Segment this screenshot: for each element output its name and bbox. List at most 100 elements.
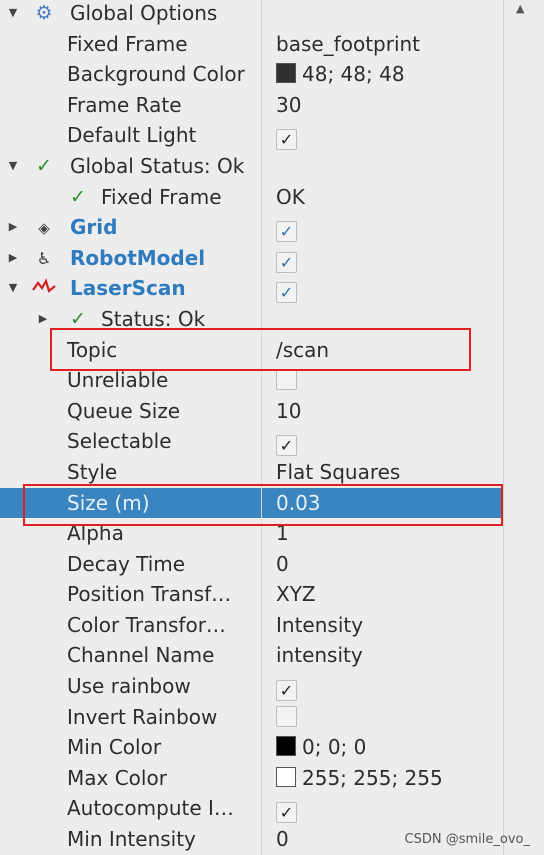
tree-row[interactable]: ▼ ⚙ Global Options bbox=[0, 0, 503, 29]
property-value[interactable]: ✓ bbox=[276, 212, 297, 243]
tree-row[interactable]: ▶ ♿ RobotModel ✓ bbox=[0, 243, 503, 274]
value-text: 255; 255; 255 bbox=[302, 765, 443, 790]
property-value[interactable]: ✓ bbox=[276, 273, 297, 304]
property-label: Color Transfor… bbox=[67, 612, 226, 637]
property-label: Channel Name bbox=[67, 643, 215, 668]
value-text: OK bbox=[276, 184, 305, 209]
value-text: XYZ bbox=[276, 582, 316, 607]
tree-row[interactable]: ✓ Fixed Frame OK bbox=[0, 182, 503, 213]
tree-row[interactable]: Style Flat Squares bbox=[0, 457, 503, 488]
tree-row[interactable]: Color Transfor… Intensity bbox=[0, 610, 503, 641]
value-text: 0 bbox=[276, 551, 289, 576]
property-label: Min Intensity bbox=[67, 827, 196, 852]
property-label: Frame Rate bbox=[67, 92, 182, 117]
property-label: Global Options bbox=[70, 1, 218, 25]
property-label: Fixed Frame bbox=[101, 184, 222, 209]
property-value[interactable]: 48; 48; 48 bbox=[276, 59, 405, 90]
value-text: 0 bbox=[276, 827, 289, 852]
property-value[interactable]: ✓ bbox=[276, 671, 297, 702]
color-swatch[interactable] bbox=[276, 736, 296, 757]
property-label: Fixed Frame bbox=[67, 31, 188, 56]
tree-row[interactable]: Max Color 255; 255; 255 bbox=[0, 763, 503, 794]
checkbox[interactable]: ✓ bbox=[276, 680, 297, 702]
property-value[interactable]: OK bbox=[276, 182, 305, 213]
tree-row[interactable]: ▶ ◈ Grid ✓ bbox=[0, 212, 503, 243]
robot-icon: ♿ bbox=[36, 248, 52, 268]
value-text: 30 bbox=[276, 92, 302, 117]
value-text: 10 bbox=[276, 398, 302, 423]
grid-icon: ◈ bbox=[38, 219, 50, 238]
topic-highlight-box bbox=[50, 328, 471, 371]
tree-row[interactable]: Selectable ✓ bbox=[0, 426, 503, 457]
property-value[interactable]: 0 bbox=[276, 549, 289, 580]
expand-arrow-icon[interactable]: ▶ bbox=[6, 243, 20, 274]
checkbox[interactable]: ✓ bbox=[276, 129, 297, 151]
property-label: Style bbox=[67, 459, 118, 484]
checkbox[interactable] bbox=[276, 369, 297, 391]
property-label: Invert Rainbow bbox=[67, 704, 218, 729]
collapse-arrow-icon[interactable]: ▼ bbox=[6, 151, 20, 182]
check-icon: ✓ bbox=[70, 185, 86, 208]
checkbox[interactable]: ✓ bbox=[276, 802, 297, 824]
checkbox[interactable]: ✓ bbox=[276, 282, 297, 304]
color-swatch[interactable] bbox=[276, 63, 296, 84]
size-highlight-box bbox=[23, 484, 503, 526]
property-value[interactable]: ✓ bbox=[276, 793, 297, 824]
checkbox[interactable]: ✓ bbox=[276, 251, 297, 273]
collapse-arrow-icon[interactable]: ▼ bbox=[6, 273, 20, 304]
tree-row[interactable]: ▼ ✓ Global Status: Ok bbox=[0, 151, 503, 182]
property-value[interactable]: XYZ bbox=[276, 579, 316, 610]
property-label: Background Color bbox=[67, 62, 245, 87]
property-value[interactable]: ✓ bbox=[276, 120, 297, 151]
property-value[interactable]: base_footprint bbox=[276, 29, 420, 60]
scroll-up-arrow-icon[interactable]: ▲ bbox=[516, 2, 524, 15]
property-label: Min Color bbox=[67, 735, 162, 760]
tree-row[interactable]: Frame Rate 30 bbox=[0, 90, 503, 121]
checkbox[interactable] bbox=[276, 705, 297, 727]
property-value[interactable]: 0 bbox=[276, 824, 289, 855]
value-text: base_footprint bbox=[276, 31, 421, 56]
tree-row[interactable]: Decay Time 0 bbox=[0, 549, 503, 580]
value-text: intensity bbox=[276, 643, 363, 668]
tree-row[interactable]: Default Light ✓ bbox=[0, 120, 503, 151]
tree-row[interactable]: Queue Size 10 bbox=[0, 396, 503, 427]
property-value[interactable]: 30 bbox=[276, 90, 301, 121]
property-value[interactable]: intensity bbox=[276, 640, 363, 671]
gear-icon: ⚙ bbox=[35, 2, 53, 24]
property-value[interactable]: ✓ bbox=[276, 243, 297, 274]
property-value[interactable]: Flat Squares bbox=[276, 457, 400, 488]
property-label: Selectable bbox=[67, 429, 172, 454]
check-icon: ✓ bbox=[36, 154, 52, 177]
value-text: Intensity bbox=[276, 612, 364, 637]
expand-arrow-icon[interactable]: ▶ bbox=[36, 304, 50, 335]
tree-row[interactable]: Channel Name intensity bbox=[0, 640, 503, 671]
property-label: Use rainbow bbox=[67, 674, 191, 699]
property-value[interactable]: 0; 0; 0 bbox=[276, 732, 366, 763]
vertical-scrollbar[interactable]: ▲ bbox=[503, 0, 544, 855]
tree-row[interactable]: Position Transf… XYZ bbox=[0, 579, 503, 610]
color-swatch[interactable] bbox=[276, 766, 296, 787]
checkbox[interactable]: ✓ bbox=[276, 435, 297, 457]
column-divider[interactable] bbox=[261, 0, 262, 855]
tree-row[interactable]: Autocompute I… ✓ bbox=[0, 793, 503, 824]
tree-row[interactable]: Use rainbow ✓ bbox=[0, 671, 503, 702]
checkbox[interactable]: ✓ bbox=[276, 221, 297, 243]
property-value[interactable]: 255; 255; 255 bbox=[276, 763, 443, 794]
property-value[interactable] bbox=[276, 702, 297, 733]
property-value[interactable]: 10 bbox=[276, 396, 301, 427]
tree-row[interactable]: Fixed Frame base_footprint bbox=[0, 29, 503, 60]
tree-row[interactable]: ▼ LaserScan ✓ bbox=[0, 273, 503, 304]
tree-row[interactable]: Min Color 0; 0; 0 bbox=[0, 732, 503, 763]
property-value[interactable]: Intensity bbox=[276, 610, 363, 641]
collapse-arrow-icon[interactable]: ▼ bbox=[6, 0, 20, 29]
property-label: Default Light bbox=[67, 123, 197, 148]
value-text: 48; 48; 48 bbox=[302, 62, 405, 87]
expand-arrow-icon[interactable]: ▶ bbox=[6, 212, 20, 243]
property-value[interactable]: ✓ bbox=[276, 426, 297, 457]
property-label: RobotModel bbox=[70, 245, 206, 270]
tree-row[interactable]: Background Color 48; 48; 48 bbox=[0, 59, 503, 90]
laserscan-icon bbox=[32, 273, 56, 304]
tree-row[interactable]: Invert Rainbow bbox=[0, 702, 503, 733]
property-label: Grid bbox=[70, 215, 118, 240]
value-text: Flat Squares bbox=[276, 459, 401, 484]
